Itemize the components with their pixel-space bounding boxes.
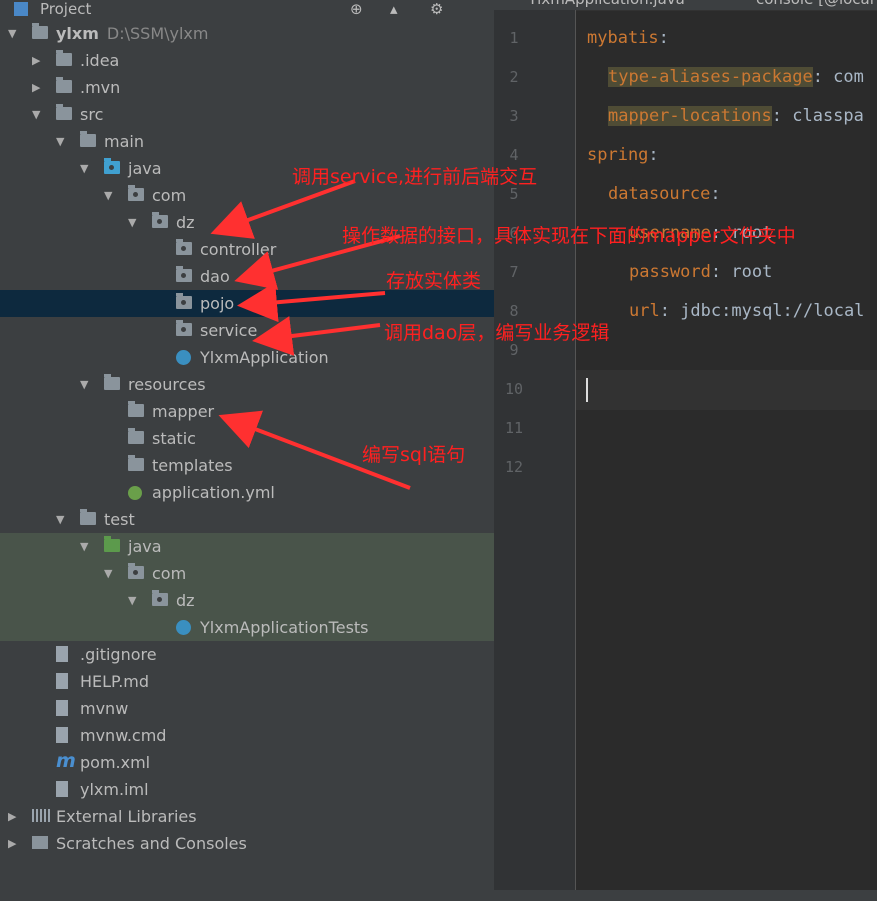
- annotation-mapper: 编写sql语句: [362, 444, 466, 466]
- annotation-controller: 调用service,进行前后端交互: [292, 166, 538, 188]
- annotation-pojo: 存放实体类: [386, 270, 482, 292]
- annotation-dao: 操作数据的接口，具体实现在下面的mapper文件夹中: [342, 225, 796, 247]
- annotation-service: 调用dao层，编写业务逻辑: [384, 322, 610, 344]
- arrow-service: [252, 316, 381, 356]
- arrow-pojo: [237, 282, 386, 323]
